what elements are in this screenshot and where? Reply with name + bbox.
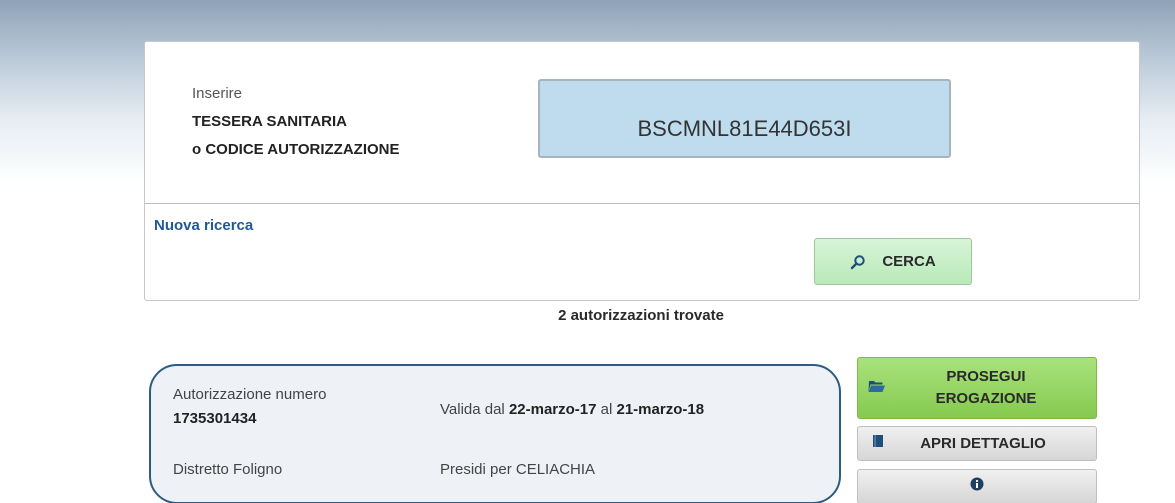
search-prompt: Inserire TESSERA SANITARIA o CODICE AUTO… xyxy=(192,80,400,164)
prompt-health-card: TESSERA SANITARIA xyxy=(192,113,348,130)
validity-mid: al xyxy=(596,401,617,418)
search-icon xyxy=(850,254,866,270)
prompt-intro: Inserire xyxy=(192,85,243,102)
code-input[interactable] xyxy=(538,79,951,158)
proceed-dispensing-label: PROSEGUI EROGAZIONE xyxy=(886,366,1086,410)
valid-to-date: 21-marzo-18 xyxy=(616,401,705,418)
folder-open-icon xyxy=(868,379,886,398)
info-button[interactable] xyxy=(857,469,1097,503)
prompt-auth-code: o CODICE AUTORIZZAZIONE xyxy=(192,141,400,158)
page: Inserire TESSERA SANITARIA o CODICE AUTO… xyxy=(0,0,1175,503)
search-button-label: CERCA xyxy=(882,253,936,270)
open-detail-label: APRI DETTAGLIO xyxy=(920,435,1046,452)
valid-from-date: 22-marzo-17 xyxy=(508,401,597,418)
validity-period: Valida dal 22-marzo-17 al 21-marzo-18 xyxy=(440,401,704,418)
open-detail-button[interactable]: APRI DETTAGLIO xyxy=(857,426,1097,461)
authorization-card: Autorizzazione numero 1735301434 Valida … xyxy=(149,364,841,503)
proceed-line1: PROSEGUI xyxy=(946,368,1026,385)
results-count: 2 autorizzazioni trovate xyxy=(558,307,724,324)
proceed-dispensing-button[interactable]: PROSEGUI EROGAZIONE xyxy=(857,357,1097,419)
search-button[interactable]: CERCA xyxy=(814,238,972,285)
new-search-link[interactable]: Nuova ricerca xyxy=(154,217,253,234)
district: Distretto Foligno xyxy=(173,461,283,478)
search-panel: Inserire TESSERA SANITARIA o CODICE AUTO… xyxy=(144,41,1140,301)
authorization-number: 1735301434 xyxy=(173,410,257,427)
book-icon xyxy=(872,434,884,453)
validity-prefix: Valida dal xyxy=(440,401,509,418)
proceed-line2: EROGAZIONE xyxy=(935,390,1037,407)
divider xyxy=(145,203,1139,204)
authorization-number-label: Autorizzazione numero xyxy=(173,386,327,403)
authorization-category: Presidi per CELIACHIA xyxy=(440,461,596,478)
info-icon xyxy=(970,477,984,496)
